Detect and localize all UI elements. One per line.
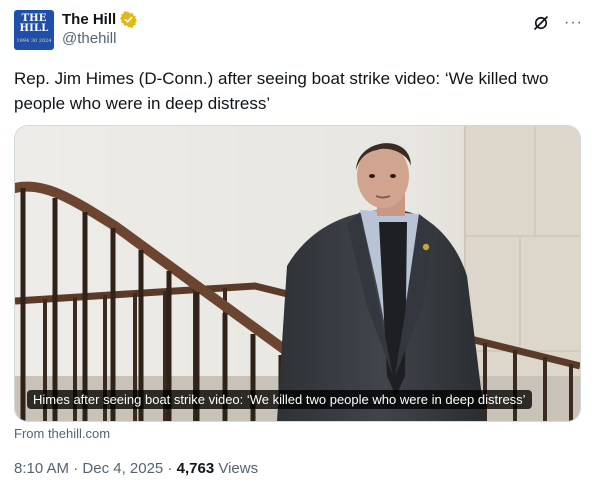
views-label: Views — [214, 460, 259, 477]
tweet-text: Rep. Jim Himes (D-Conn.) after seeing bo… — [14, 69, 549, 113]
tweet-time[interactable]: 8:10 AM — [14, 460, 69, 477]
article-photo — [15, 126, 580, 421]
author-handle[interactable]: @thehill — [62, 30, 137, 47]
avatar-line-2: HILL — [19, 23, 49, 34]
card-caption: Himes after seeing boat strike video: ‘W… — [27, 390, 532, 409]
card-source-link[interactable]: From thehill.com — [14, 426, 110, 441]
header-actions: ··· — [532, 14, 583, 32]
tweet-date[interactable]: Dec 4, 2025 — [82, 460, 163, 477]
grok-icon[interactable] — [532, 14, 550, 32]
views-count: 4,763 — [176, 460, 215, 477]
author-names: The Hill @thehill — [62, 11, 138, 47]
tweet-header: THE HILL 1994 30 2024 The Hill @thehill … — [14, 10, 583, 54]
verified-badge-icon — [120, 11, 138, 28]
author-display-name[interactable]: The Hill — [62, 11, 116, 28]
meta-separator: · — [163, 460, 177, 477]
name-row: The Hill — [62, 11, 138, 28]
author-avatar[interactable]: THE HILL 1994 30 2024 — [14, 10, 54, 50]
tweet-metadata: 8:10 AM · Dec 4, 2025 · 4,763 Views — [14, 460, 258, 477]
link-card[interactable]: Himes after seeing boat strike video: ‘W… — [14, 125, 581, 422]
avatar-line-3: 1994 30 2024 — [16, 38, 52, 44]
more-options-icon[interactable]: ··· — [564, 14, 583, 32]
meta-separator: · — [69, 460, 83, 477]
